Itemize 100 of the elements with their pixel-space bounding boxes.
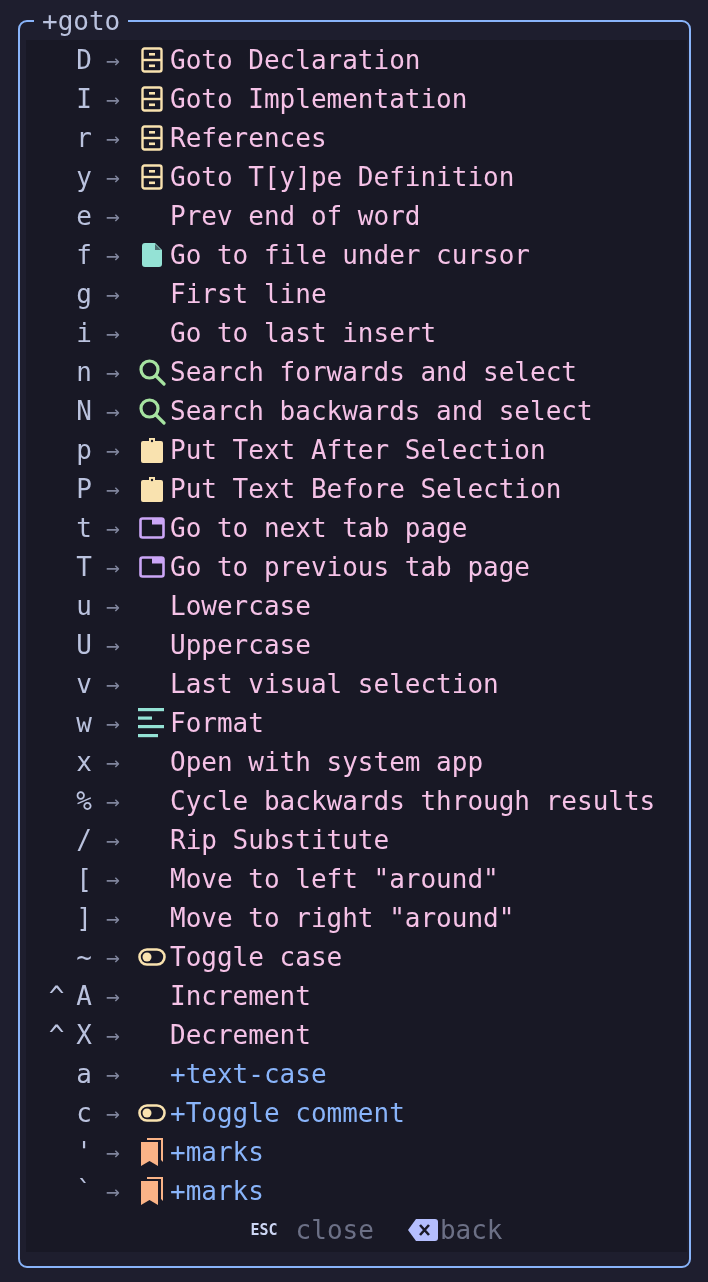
bookmarks-icon: [141, 1137, 163, 1166]
command-label[interactable]: Lowercase: [170, 590, 311, 621]
key-arrow: →: [106, 748, 121, 775]
key-label: v: [76, 668, 92, 699]
drawer-icon: [141, 46, 163, 73]
key-arrow: →: [106, 943, 121, 970]
key-label: I: [76, 83, 92, 114]
command-label[interactable]: +Toggle comment: [170, 1097, 405, 1128]
key-arrow: →: [106, 787, 121, 814]
key-arrow: →: [106, 1177, 121, 1204]
key-arrow: →: [106, 163, 121, 190]
command-label[interactable]: Put Text After Selection: [170, 434, 546, 465]
key-arrow: →: [106, 826, 121, 853]
command-label[interactable]: Go to next tab page: [170, 512, 468, 543]
command-label[interactable]: Go to last insert: [170, 317, 437, 348]
key-label: /: [76, 824, 92, 855]
modifier-key: ^: [48, 980, 65, 1011]
file-icon: [142, 242, 162, 267]
command-label[interactable]: +marks: [170, 1175, 264, 1206]
key-label: i: [76, 317, 92, 348]
command-label[interactable]: Cycle backwards through results: [170, 785, 656, 816]
key-arrow: →: [106, 397, 121, 424]
clipboard-icon: [141, 436, 163, 463]
key-arrow: →: [106, 436, 121, 463]
command-label[interactable]: Goto T[y]pe Definition: [170, 161, 515, 192]
drawer-icon: [141, 124, 163, 151]
key-label: e: [76, 200, 92, 231]
command-label[interactable]: Increment: [170, 980, 311, 1011]
tab-window-icon: [139, 516, 165, 539]
command-label[interactable]: Go to file under cursor: [170, 239, 531, 270]
key-arrow: →: [106, 202, 121, 229]
command-label[interactable]: Put Text Before Selection: [170, 473, 562, 504]
toggle-icon: [138, 947, 166, 966]
key-label: c: [76, 1097, 92, 1128]
key-arrow: →: [106, 1099, 121, 1126]
key-arrow: →: [106, 358, 121, 385]
key-label: p: [76, 434, 92, 465]
command-label[interactable]: Uppercase: [170, 629, 311, 660]
command-label[interactable]: Search forwards and select: [170, 356, 577, 387]
key-label: t: [76, 512, 92, 543]
command-label[interactable]: Move to right "around": [170, 902, 515, 933]
key-arrow: →: [106, 865, 121, 892]
key-label: ]: [76, 902, 92, 933]
key-arrow: →: [106, 514, 121, 541]
key-arrow: →: [106, 280, 121, 307]
key-label: [: [76, 863, 92, 894]
command-label[interactable]: +text-case: [170, 1058, 327, 1089]
key-arrow: →: [106, 124, 121, 151]
command-label[interactable]: References: [170, 122, 327, 153]
key-label: D: [76, 44, 92, 75]
key-label: g: [76, 278, 92, 309]
key-label: n: [76, 356, 92, 387]
key-label: X: [76, 1019, 92, 1050]
key-arrow: →: [106, 553, 121, 580]
command-label[interactable]: Move to left "around": [170, 863, 499, 894]
command-label[interactable]: Last visual selection: [170, 668, 499, 699]
key-arrow: →: [106, 670, 121, 697]
tab-window-icon: [139, 555, 165, 578]
command-label[interactable]: Open with system app: [170, 746, 484, 777]
clipboard-icon: [141, 475, 163, 502]
key-label: `: [76, 1175, 92, 1206]
command-label[interactable]: Prev end of word: [170, 200, 421, 231]
back-hint: back: [439, 1215, 503, 1245]
bookmarks-icon: [141, 1176, 163, 1205]
backspace-icon: [407, 1219, 438, 1241]
drawer-icon: [141, 163, 163, 190]
key-arrow: →: [106, 85, 121, 112]
command-label[interactable]: Toggle case: [170, 941, 343, 972]
escape-key-label: ESC: [250, 1221, 278, 1239]
key-label: A: [76, 980, 92, 1011]
key-label: U: [76, 629, 92, 660]
key-arrow: →: [106, 46, 121, 73]
key-arrow: →: [106, 709, 121, 736]
command-label[interactable]: Rip Substitute: [170, 824, 390, 855]
command-label[interactable]: Goto Declaration: [170, 44, 421, 75]
key-arrow: →: [106, 592, 121, 619]
command-label[interactable]: Decrement: [170, 1019, 311, 1050]
key-arrow: →: [106, 241, 121, 268]
align-left-icon: [138, 707, 166, 738]
key-arrow: →: [106, 631, 121, 658]
key-label: ~: [76, 941, 92, 972]
key-label: %: [76, 785, 92, 816]
key-label: N: [76, 395, 92, 426]
drawer-icon: [141, 85, 163, 112]
close-hint: close: [295, 1215, 374, 1245]
modifier-key: ^: [48, 1019, 65, 1050]
key-label: T: [76, 551, 92, 582]
command-label[interactable]: First line: [170, 278, 327, 309]
key-label: y: [76, 161, 92, 192]
command-label[interactable]: Format: [170, 707, 264, 738]
key-arrow: →: [106, 1060, 121, 1087]
command-label[interactable]: Goto Implementation: [170, 83, 468, 114]
key-label: w: [76, 707, 92, 738]
key-arrow: →: [106, 475, 121, 502]
command-label[interactable]: Search backwards and select: [170, 395, 593, 426]
search-icon: [138, 357, 166, 386]
key-arrow: →: [106, 319, 121, 346]
command-label[interactable]: Go to previous tab page: [170, 551, 531, 582]
command-label[interactable]: +marks: [170, 1136, 264, 1167]
key-label: ': [76, 1136, 92, 1167]
